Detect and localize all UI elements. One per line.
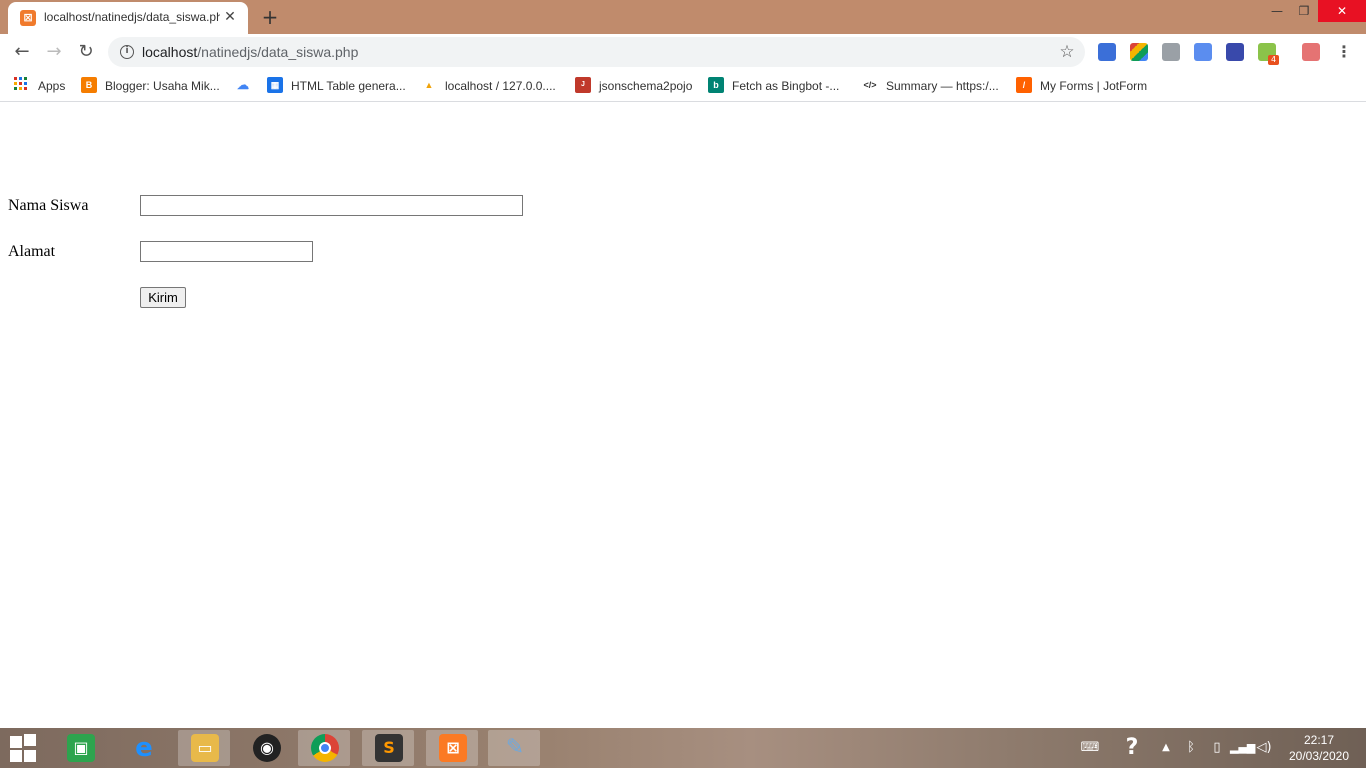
- clock-date: 20/03/2020: [1288, 749, 1350, 763]
- bookmark-label: Summary — https:/...: [886, 79, 999, 93]
- camera-icon: ◉: [253, 734, 281, 762]
- windows-logo-pane: [10, 736, 22, 748]
- code-icon: </>: [863, 80, 877, 90]
- extension-google-icon[interactable]: [1130, 43, 1148, 61]
- kirim-button[interactable]: Kirim: [140, 287, 186, 308]
- taskbar-sublime-text[interactable]: S: [362, 730, 414, 766]
- keyboard-icon[interactable]: ⌨: [1074, 728, 1106, 768]
- bookmark-label: localhost / 127.0.0....: [445, 79, 556, 93]
- nama-siswa-input[interactable]: [140, 195, 523, 216]
- restore-button[interactable]: ❐: [1289, 0, 1319, 22]
- bookmark-label: Fetch as Bingbot -...: [732, 79, 840, 93]
- json-pojo-icon: J: [575, 77, 591, 93]
- xampp-icon: ⊠: [20, 10, 36, 26]
- bookmark-jotform[interactable]: / My Forms | JotForm: [1016, 76, 1156, 96]
- clock-time: 22:17: [1303, 733, 1335, 747]
- internet-explorer-icon: e: [135, 733, 153, 763]
- close-tab-icon[interactable]: ✕: [222, 9, 238, 25]
- chrome-icon: [311, 734, 339, 762]
- browser-tab[interactable]: ⊠ localhost/natinedjs/data_siswa.php ✕: [8, 2, 248, 34]
- help-icon[interactable]: ?: [1116, 728, 1148, 768]
- extension-badge: 4: [1268, 55, 1279, 65]
- bluetooth-icon[interactable]: ᛒ: [1182, 728, 1200, 768]
- bookmark-label: My Forms | JotForm: [1040, 79, 1148, 93]
- bookmark-bingbot[interactable]: b Fetch as Bingbot -...: [708, 76, 848, 96]
- extension-tab-icon[interactable]: [1194, 43, 1212, 61]
- minimize-button[interactable]: —: [1262, 0, 1292, 22]
- url-host: localhost: [142, 44, 198, 60]
- windows-logo-pane: [10, 750, 22, 762]
- bookmark-blogger[interactable]: B Blogger: Usaha Mik...: [81, 76, 231, 96]
- bookmark-html-table[interactable]: ▦ HTML Table genera...: [267, 76, 412, 96]
- tab-strip: ⊠ localhost/natinedjs/data_siswa.php ✕ +…: [0, 0, 1366, 34]
- menu-icon[interactable]: ⋮: [1336, 41, 1352, 63]
- extension-grid-icon[interactable]: [1226, 43, 1244, 61]
- back-button[interactable]: ←: [9, 39, 35, 65]
- reload-button[interactable]: ↻: [73, 39, 99, 65]
- taskbar-internet-explorer[interactable]: e: [117, 730, 169, 766]
- taskbar-camera[interactable]: ◉: [240, 730, 292, 766]
- bookmark-label: jsonschema2pojo: [599, 79, 693, 93]
- extension-tool-icon[interactable]: [1162, 43, 1180, 61]
- url-text[interactable]: localhost/natinedjs/data_siswa.php: [142, 44, 358, 60]
- table-icon: ▦: [267, 77, 283, 93]
- bookmark-label: HTML Table genera...: [291, 79, 406, 93]
- bookmark-cloud[interactable]: ☁: [235, 76, 255, 96]
- bookmark-label: Apps: [38, 79, 66, 93]
- folder-icon: ▭: [191, 734, 219, 762]
- phpmyadmin-icon: ▲: [424, 80, 434, 90]
- system-clock[interactable]: 22:17 20/03/2020: [1282, 732, 1356, 764]
- cloud-icon: ☁: [237, 78, 249, 92]
- alamat-label: Alamat: [8, 243, 56, 260]
- apps-grid-icon: [14, 77, 28, 91]
- taskbar-chrome[interactable]: [298, 730, 350, 766]
- extension-image-icon[interactable]: [1302, 43, 1320, 61]
- signal-icon[interactable]: ▂▄▆: [1230, 728, 1255, 768]
- tab-title: localhost/natinedjs/data_siswa.php: [44, 10, 220, 24]
- taskbar-store[interactable]: ▣: [54, 730, 106, 766]
- windows-logo-pane: [24, 734, 36, 746]
- taskbar: ▣ e ▭ ◉ S ⊠ ✎ ⌨ ? ▲ ᛒ ▯ ▂▄▆ ◁) 22:17 20/…: [0, 728, 1366, 768]
- bookmark-apps[interactable]: Apps: [14, 76, 74, 96]
- bookmark-star-icon[interactable]: ☆: [1057, 41, 1077, 63]
- alamat-input[interactable]: [140, 241, 313, 262]
- close-window-button[interactable]: ✕: [1318, 0, 1366, 22]
- store-icon: ▣: [67, 734, 95, 762]
- browser-toolbar: ← → ↻ i localhost/natinedjs/data_siswa.p…: [0, 34, 1366, 70]
- address-bar[interactable]: i localhost/natinedjs/data_siswa.php ☆: [108, 37, 1085, 67]
- bookmark-label: Blogger: Usaha Mik...: [105, 79, 220, 93]
- battery-icon[interactable]: ▯: [1208, 728, 1226, 768]
- bing-icon: b: [708, 77, 724, 93]
- url-path: /natinedjs/data_siswa.php: [197, 44, 359, 60]
- bookmarks-bar: Apps B Blogger: Usaha Mik... ☁ ▦ HTML Ta…: [0, 70, 1366, 102]
- xampp-icon: ⊠: [439, 734, 467, 762]
- windows-logo-pane: [24, 750, 36, 762]
- new-tab-button[interactable]: +: [258, 5, 282, 29]
- taskbar-paint[interactable]: ✎: [488, 730, 540, 766]
- paint-palette-icon: ✎: [505, 735, 525, 760]
- sublime-text-icon: S: [375, 734, 403, 762]
- taskbar-xampp[interactable]: ⊠: [426, 730, 478, 766]
- nama-siswa-label: Nama Siswa: [8, 197, 89, 214]
- info-icon[interactable]: i: [120, 45, 134, 59]
- bookmark-jsonschema2pojo[interactable]: J jsonschema2pojo: [575, 76, 700, 96]
- volume-icon[interactable]: ◁): [1254, 728, 1274, 768]
- taskbar-file-explorer[interactable]: ▭: [178, 730, 230, 766]
- jotform-icon: /: [1016, 77, 1032, 93]
- forward-button[interactable]: →: [41, 39, 67, 65]
- page-content: Nama Siswa Alamat Kirim: [0, 103, 1366, 728]
- bookmark-phpmyadmin[interactable]: ▲ localhost / 127.0.0....: [421, 76, 561, 96]
- blogger-icon: B: [81, 77, 97, 93]
- extension-bulb-icon[interactable]: 4: [1258, 43, 1279, 65]
- start-button[interactable]: [10, 734, 38, 762]
- bookmark-summary[interactable]: </> Summary — https:/...: [862, 76, 1007, 96]
- show-hidden-icons-icon[interactable]: ▲: [1158, 728, 1174, 768]
- extension-m-icon[interactable]: [1098, 43, 1116, 61]
